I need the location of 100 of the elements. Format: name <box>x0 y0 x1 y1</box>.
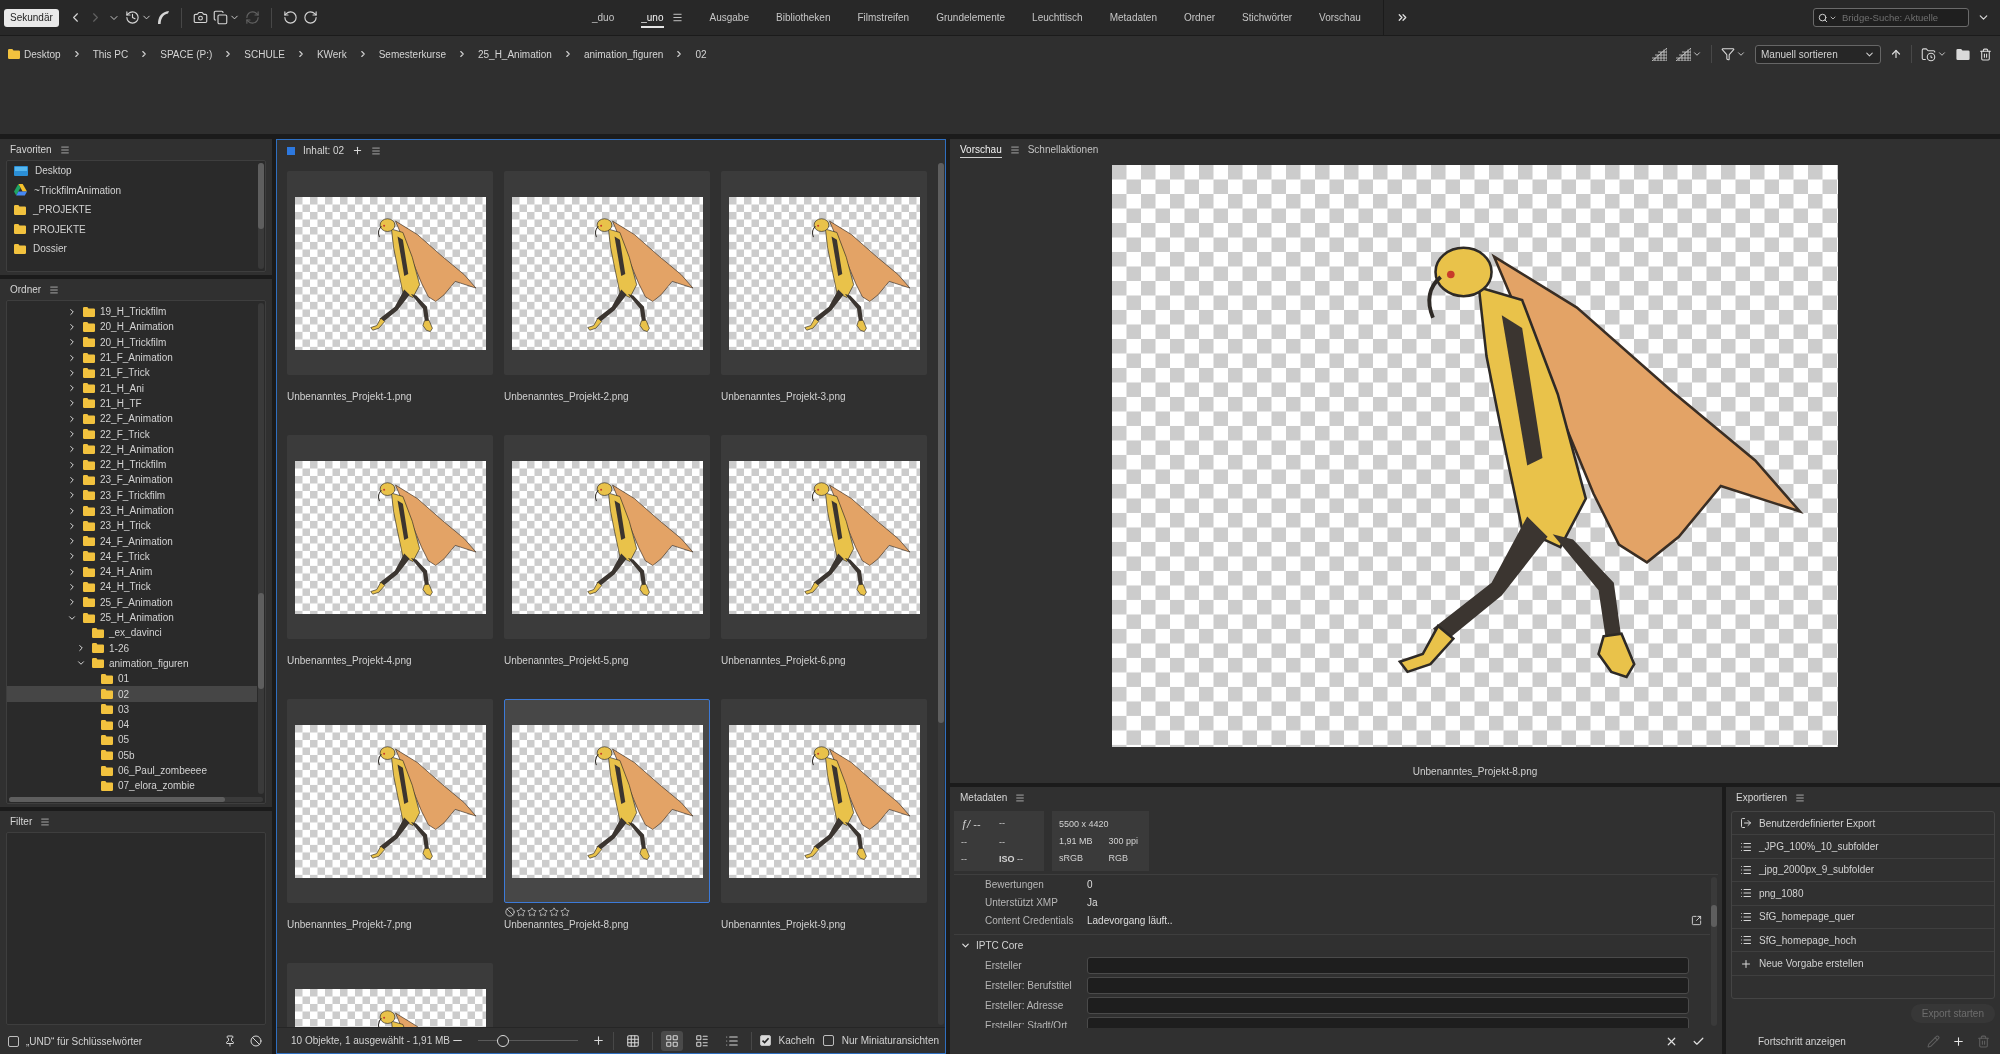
rotate-left-icon[interactable] <box>282 10 298 25</box>
folder-tree-item[interactable]: 05 <box>7 732 257 748</box>
folder-tree-item[interactable]: 24_H_Anim <box>7 564 257 580</box>
chevron-right-icon[interactable] <box>67 536 77 547</box>
input-field[interactable] <box>1087 976 1689 994</box>
favorite-item[interactable]: PROJEKTE <box>7 219 257 239</box>
chevron-right-icon[interactable] <box>67 520 77 531</box>
workspace-tab[interactable]: _uno <box>641 7 664 28</box>
folder-tree-item[interactable]: 24_H_Trick <box>7 579 257 595</box>
camera-icon[interactable] <box>192 10 208 25</box>
folder-tree-item[interactable]: 23_H_Trick <box>7 518 257 534</box>
view-button[interactable] <box>660 1030 683 1051</box>
chevron-right-icon[interactable] <box>67 582 77 592</box>
folder-tree-item[interactable]: 01 <box>7 671 257 687</box>
folder-tree-item[interactable]: _ex_davinci <box>7 625 257 641</box>
chevron-right-icon[interactable] <box>67 321 77 332</box>
breadcrumb-item[interactable]: This PC <box>92 48 129 60</box>
folder-tree-item[interactable]: 21_H_Ani <box>7 380 257 396</box>
star-icon[interactable] <box>560 907 570 917</box>
breadcrumb-item[interactable]: SCHULE <box>244 48 285 60</box>
folder-tree-item[interactable]: animation_figuren <box>7 655 257 672</box>
external-link-icon[interactable] <box>1691 914 1702 926</box>
chevron-right-icon[interactable] <box>67 597 77 608</box>
search-field[interactable]: Bridge-Suche: Aktuelle <box>1813 8 1969 27</box>
workspace-tab[interactable]: Vorschau <box>1319 7 1361 28</box>
favorite-item[interactable]: Dossier <box>7 239 257 259</box>
panel-tab[interactable]: Vorschau <box>960 141 1002 158</box>
chevron-right-icon[interactable] <box>67 413 77 424</box>
folder-tree-item[interactable]: 05b <box>7 747 257 763</box>
chevron-right-icon[interactable] <box>67 367 77 378</box>
folder-tree-item[interactable]: 23_F_Animation <box>7 472 257 488</box>
chevron-right-icon[interactable] <box>67 490 77 501</box>
thumbnail-card[interactable] <box>721 435 927 639</box>
show-progress-link[interactable]: Fortschritt anzeigen <box>1758 1035 1846 1047</box>
thumbnail-card[interactable] <box>287 435 493 639</box>
favorite-item[interactable]: ~TrickfilmAnimation <box>7 180 257 200</box>
mode-button[interactable]: Sekundär <box>4 8 59 27</box>
plus-icon[interactable] <box>352 145 364 156</box>
input-field[interactable] <box>1087 1016 1689 1028</box>
breadcrumb-item[interactable]: SPACE (P:) <box>160 48 213 60</box>
folder-tree-item[interactable]: 25_F_Animation <box>7 594 257 610</box>
chevron-right-icon[interactable] <box>67 383 77 394</box>
thumbnail-card[interactable] <box>287 171 493 375</box>
caret-icon[interactable] <box>1736 49 1746 59</box>
thumbnail-card[interactable] <box>721 699 927 903</box>
thumbnail-card[interactable] <box>504 435 710 639</box>
checkbox[interactable] <box>822 1035 834 1046</box>
export-preset-item[interactable]: SfG_homepage_quer <box>1732 905 1994 929</box>
folder-tree-item[interactable]: 22_F_Animation <box>7 411 257 427</box>
folder-tree-item[interactable]: 19_H_Trickfilm <box>7 304 257 320</box>
folder-clock-icon[interactable] <box>1921 46 1936 62</box>
rotate-right-icon[interactable] <box>302 10 318 25</box>
checkbox[interactable] <box>759 1035 771 1046</box>
favorite-item[interactable]: Desktop <box>7 161 257 181</box>
star-icon[interactable] <box>516 907 526 917</box>
workspace-tab[interactable]: Stichwörter <box>1242 7 1293 28</box>
caret-icon[interactable] <box>1692 49 1702 59</box>
folder-tree-item[interactable]: 24_F_Trick <box>7 548 257 565</box>
folder-tree-item[interactable]: 22_H_Animation <box>7 441 257 457</box>
folder-tree-item[interactable]: 23_H_Animation <box>7 502 257 519</box>
plus-icon[interactable] <box>1952 1034 1965 1048</box>
folder-tree-item[interactable]: 20_H_Trickfilm <box>7 334 257 350</box>
chevron-right-icon[interactable] <box>67 474 77 485</box>
folder-tree-item[interactable]: 20_H_Animation <box>7 319 257 335</box>
folder-tree-item[interactable]: 02 <box>7 686 257 702</box>
chevron-right-icon[interactable] <box>67 505 77 516</box>
breadcrumb-item[interactable]: 25_H_Animation <box>477 48 552 60</box>
workspace-tab[interactable]: Leuchttisch <box>1032 7 1083 28</box>
panel-tab[interactable]: Schnellaktionen <box>1027 141 1099 158</box>
export-preset-item[interactable]: _jpg_2000px_9_subfolder <box>1732 858 1994 883</box>
export-preset-item[interactable]: Neue Vorgabe erstellen <box>1732 952 1994 976</box>
export-preset-item[interactable]: _JPG_100%_10_subfolder <box>1732 835 1994 859</box>
search-icon[interactable] <box>1818 12 1828 23</box>
copy-icon[interactable] <box>212 10 228 25</box>
folder-tree-item[interactable]: 1-26 <box>7 640 257 656</box>
export-preset-item[interactable]: SfG_homepage_hoch <box>1732 928 1994 953</box>
plus-icon[interactable] <box>591 1034 605 1047</box>
folder-tree-item[interactable]: 03 <box>7 701 257 717</box>
trash-icon[interactable] <box>1979 47 1992 61</box>
folder-tree-item[interactable]: 23_F_Trickfilm <box>7 487 257 503</box>
breadcrumb-item[interactable]: Desktop <box>8 48 61 60</box>
breadcrumb-item[interactable]: KWerk <box>316 48 347 60</box>
folder-tree-item[interactable]: 21_H_TF <box>7 395 257 412</box>
thumbnail-card[interactable] <box>287 699 493 903</box>
chevron-right-icon[interactable] <box>67 337 77 348</box>
folder-tree-item[interactable]: 04 <box>7 717 257 733</box>
input-field[interactable] <box>1087 996 1689 1014</box>
workspace-tab[interactable]: Ordner <box>1183 7 1216 28</box>
chevron-right-icon[interactable] <box>67 352 77 363</box>
workspace-tab[interactable]: Bibliotheken <box>776 7 831 28</box>
chevron-right-icon[interactable] <box>76 643 86 654</box>
pin-icon[interactable] <box>224 1035 236 1047</box>
workspace-tab[interactable]: Ausgabe <box>709 7 749 28</box>
chevron-right-icon[interactable] <box>67 459 77 470</box>
clock-icon[interactable] <box>124 10 140 25</box>
folder-tree-item[interactable]: 22_F_Trick <box>7 426 257 442</box>
chevron-right-icon[interactable] <box>67 566 77 577</box>
star-icon[interactable] <box>538 907 548 917</box>
filter-icon[interactable] <box>1721 47 1735 61</box>
workspace-tab[interactable]: Metadaten <box>1109 7 1157 28</box>
